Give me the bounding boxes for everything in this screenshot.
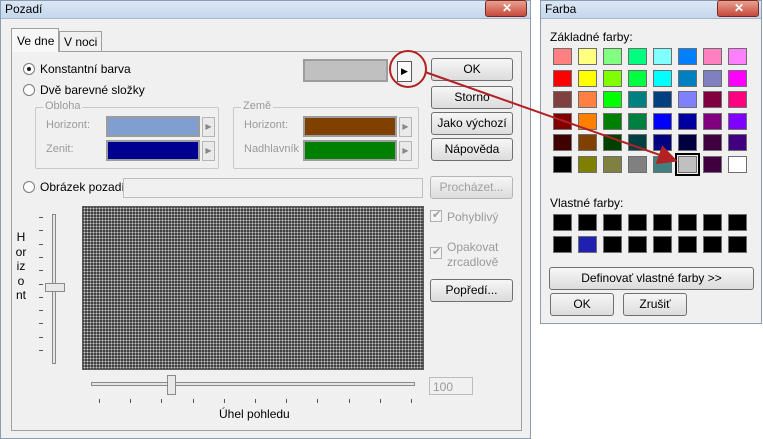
tab-ve-dne-label: Ve dne xyxy=(17,34,55,48)
tab-ve-dne[interactable]: Ve dne xyxy=(11,28,59,52)
annotation-arrow xyxy=(424,71,678,165)
